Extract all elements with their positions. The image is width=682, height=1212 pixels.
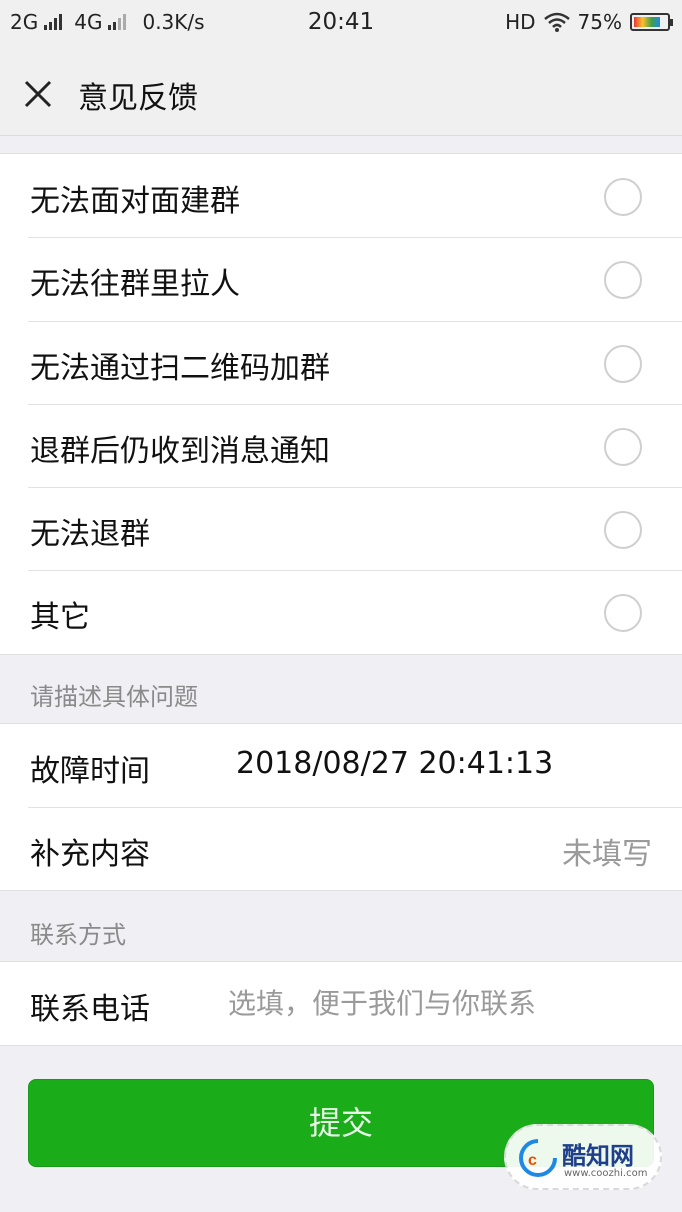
option-label: 其它: [30, 600, 90, 636]
option-label: 无法通过扫二维码加群: [30, 350, 330, 386]
watermark: c 酷知网 www.coozhi.com: [504, 1124, 662, 1190]
radio-button[interactable]: [604, 261, 642, 300]
radio-button[interactable]: [604, 344, 642, 383]
option-label: 无法退群: [30, 517, 150, 553]
phone-row: 联系电话: [0, 962, 682, 1045]
extra-content-label: 补充内容: [30, 837, 150, 872]
close-button[interactable]: [18, 74, 58, 114]
status-bar: 2G 4G 0.3K/s 20:41 HD 75%: [0, 0, 682, 48]
fault-time-label: 故障时间: [30, 754, 150, 789]
wifi-icon: [543, 12, 570, 32]
detail-group: 故障时间 2018/08/27 20:41:13 补充内容 未填写: [0, 723, 682, 891]
battery-icon: [630, 13, 673, 31]
option-label: 退群后仍收到消息通知: [30, 433, 330, 469]
radio-button[interactable]: [604, 427, 642, 466]
option-qr-join[interactable]: 无法通过扫二维码加群: [0, 320, 682, 404]
fault-time-value: 2018/08/27 20:41:13: [236, 746, 554, 781]
watermark-name: 酷知网: [562, 1142, 634, 1170]
contact-section-title: 联系方式: [30, 921, 126, 949]
option-add-members[interactable]: 无法往群里拉人: [0, 237, 682, 320]
fault-time-row[interactable]: 故障时间 2018/08/27 20:41:13: [0, 724, 682, 807]
hd-label: HD: [505, 10, 536, 34]
contact-group: 联系电话: [0, 961, 682, 1046]
phone-input[interactable]: [228, 980, 648, 1026]
battery-percent: 75%: [577, 10, 622, 34]
issue-option-list: 无法面对面建群 无法往群里拉人 无法通过扫二维码加群 退群后仍收到消息通知 无法…: [0, 153, 682, 655]
page-title: 意见反馈: [78, 81, 198, 116]
option-label: 无法面对面建群: [30, 184, 240, 219]
phone-label: 联系电话: [30, 992, 150, 1027]
option-cannot-leave[interactable]: 无法退群: [0, 487, 682, 570]
radio-button[interactable]: [604, 594, 642, 633]
radio-button[interactable]: [604, 511, 642, 550]
close-icon: [24, 80, 52, 108]
coozhi-logo-icon: c: [519, 1139, 557, 1177]
detail-section-title: 请描述具体问题: [30, 683, 198, 711]
svg-text:c: c: [528, 1152, 537, 1169]
option-face-to-face-group[interactable]: 无法面对面建群: [0, 154, 682, 237]
nav-header: 意见反馈: [0, 48, 682, 136]
option-notifications-after-leave[interactable]: 退群后仍收到消息通知: [0, 403, 682, 487]
option-other[interactable]: 其它: [0, 570, 682, 653]
watermark-url: www.coozhi.com: [564, 1168, 648, 1179]
option-label: 无法往群里拉人: [30, 267, 240, 303]
extra-content-row[interactable]: 补充内容 未填写: [0, 807, 682, 890]
extra-content-value: 未填写: [562, 837, 652, 872]
radio-button[interactable]: [604, 178, 642, 216]
status-right: HD 75%: [505, 10, 673, 34]
